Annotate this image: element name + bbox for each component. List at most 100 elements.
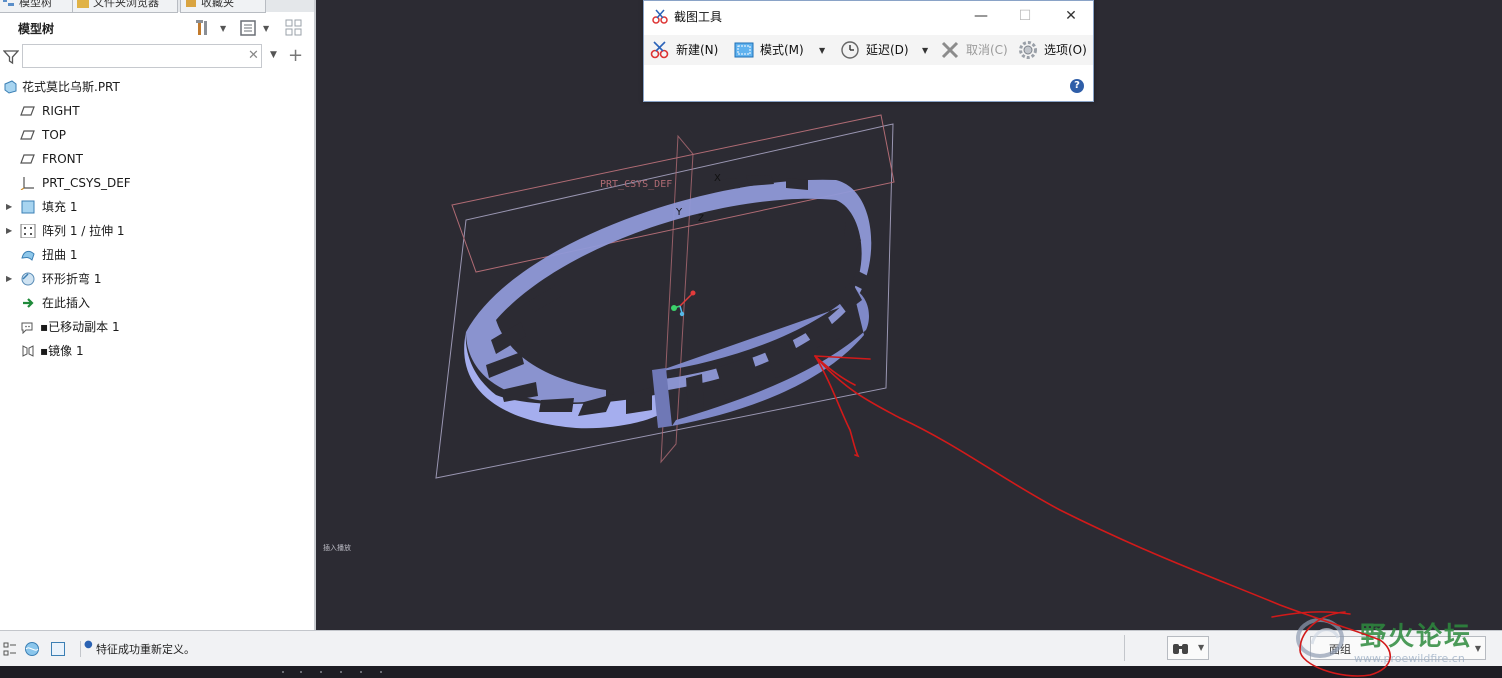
new-snip-button[interactable]: 新建(N) xyxy=(650,39,730,61)
tree-settings-icon[interactable] xyxy=(194,18,214,38)
tree-filter-options-icon[interactable] xyxy=(284,18,304,38)
funnel-icon[interactable] xyxy=(3,49,19,65)
taskbar-dots xyxy=(282,671,382,673)
tree-item-label: RIGHT xyxy=(42,104,80,118)
tree-item-moved-copy[interactable]: ▪已移动副本 1 xyxy=(0,316,314,338)
tree-item-mirror[interactable]: ▪镜像 1 xyxy=(0,340,314,362)
model-tree-panel: 模型树 文件夹浏览器 收藏夹 模型树 ▼ ▼ ✕ ▼ + 花式莫比乌斯.PRT … xyxy=(0,0,316,630)
tree-item-label: 扭曲 1 xyxy=(42,248,78,262)
expand-arrow-icon[interactable]: ▶ xyxy=(6,268,12,290)
tree-item-label: FRONT xyxy=(42,152,83,166)
watermark-url: www.proewildfire.cn xyxy=(1354,652,1465,665)
tree-title: 模型树 xyxy=(18,22,55,36)
tree-header: 模型树 ▼ ▼ xyxy=(0,12,314,42)
tree-item-insert-here[interactable]: 在此插入 xyxy=(0,292,314,314)
delay-button[interactable]: 延迟(D) xyxy=(840,39,920,61)
maximize-icon[interactable]: ☐ xyxy=(1010,5,1040,27)
tree-item-label: 阵列 1 / 拉伸 1 xyxy=(42,224,125,238)
cancel-snip-button[interactable]: 取消(C) xyxy=(940,39,1010,61)
search-dropdown-icon[interactable]: ▼ xyxy=(270,50,277,60)
tree-item-label: 花式莫比乌斯.PRT xyxy=(22,80,120,94)
mirror-icon xyxy=(22,345,34,357)
find-button[interactable]: ▼ xyxy=(1167,636,1209,660)
tree-item-label: 环形折弯 1 xyxy=(42,272,102,286)
tree-settings-dropdown-icon[interactable]: ▼ xyxy=(220,24,226,33)
tree-item-top[interactable]: TOP xyxy=(0,124,314,146)
status-message: 特征成功重新定义。 xyxy=(96,643,195,656)
browser-icon[interactable] xyxy=(24,641,40,657)
snipping-tool-window: 截图工具 — ☐ ✕ 新建(N) 模式(M) ▼ 延迟(D) ▼ 取消(C) 选… xyxy=(643,0,1094,102)
watermark-name: 野火论坛 xyxy=(1360,622,1473,652)
tree-item-part[interactable]: 花式莫比乌斯.PRT xyxy=(0,76,314,98)
show-columns-icon[interactable] xyxy=(238,18,258,38)
mode-button[interactable]: 模式(M) xyxy=(734,39,818,61)
help-icon[interactable]: ? xyxy=(1070,79,1084,93)
navigator-tabs: 模型树 文件夹浏览器 收藏夹 xyxy=(0,0,314,13)
gear-icon xyxy=(1019,41,1037,59)
tree-item-label: ▪镜像 1 xyxy=(40,344,84,358)
delay-dropdown-icon[interactable]: ▼ xyxy=(922,46,928,55)
warp-icon xyxy=(21,250,35,261)
close-icon[interactable]: ✕ xyxy=(1056,5,1086,27)
folder-icon xyxy=(77,0,89,8)
tree-item-csys[interactable]: PRT_CSYS_DEF xyxy=(0,172,314,194)
expand-arrow-icon[interactable]: ▶ xyxy=(6,220,12,242)
message-bullet-icon: ● xyxy=(84,639,93,650)
status-divider xyxy=(1124,635,1125,661)
tree-item-label: TOP xyxy=(42,128,67,142)
clear-search-icon[interactable]: ✕ xyxy=(248,48,259,63)
scissors-icon xyxy=(652,9,668,24)
options-button[interactable]: 选项(O) xyxy=(1018,39,1092,61)
tree-item-pattern[interactable]: ▶ 阵列 1 / 拉伸 1 xyxy=(0,220,314,242)
tree-item-fill[interactable]: ▶ 填充 1 xyxy=(0,196,314,218)
csys-icon xyxy=(20,177,34,190)
snip-toolbar: 新建(N) 模式(M) ▼ 延迟(D) ▼ 取消(C) 选项(O) xyxy=(644,35,1093,65)
axis-y-label: Y xyxy=(675,207,683,218)
watermark-logo-icon xyxy=(1296,618,1344,658)
tree-search-input[interactable] xyxy=(22,44,262,68)
forum-watermark: 野火论坛 www.proewildfire.cn xyxy=(1292,610,1502,670)
insert-here-icon xyxy=(23,298,34,308)
favorites-icon xyxy=(186,0,196,7)
window-title: 截图工具 xyxy=(674,10,723,24)
fill-icon xyxy=(21,200,35,214)
viewport-corner-label: 插入播放 xyxy=(323,544,351,552)
rectangle-snip-icon xyxy=(734,42,754,58)
tree-item-label: ▪已移动副本 1 xyxy=(40,320,120,334)
toroidal-bend-icon xyxy=(21,272,35,286)
datum-plane-icon xyxy=(20,154,35,164)
tree-item-right[interactable]: RIGHT xyxy=(0,100,314,122)
tree-item-toroidal-bend[interactable]: ▶ 环形折弯 1 xyxy=(0,268,314,290)
datum-plane-icon xyxy=(20,106,35,116)
add-filter-icon[interactable]: + xyxy=(288,45,303,66)
minimize-icon[interactable]: — xyxy=(966,5,996,27)
clock-icon xyxy=(841,41,859,59)
tree-toggle-icon[interactable] xyxy=(2,641,18,657)
find-dropdown-icon[interactable]: ▼ xyxy=(1198,643,1204,652)
axis-z-label: Z xyxy=(698,214,704,224)
fullscreen-icon[interactable] xyxy=(50,641,66,657)
binoculars-icon xyxy=(1173,644,1188,654)
pattern-icon xyxy=(20,224,36,238)
mode-dropdown-icon[interactable]: ▼ xyxy=(819,46,825,55)
moved-copy-icon xyxy=(21,322,33,334)
tree-search-row: ✕ ▼ + xyxy=(0,42,314,70)
csys-label: PRT_CSYS_DEF xyxy=(600,179,672,190)
ring-model xyxy=(464,175,872,429)
tree-item-front[interactable]: FRONT xyxy=(0,148,314,170)
datum-plane-icon xyxy=(20,130,35,140)
view-triad xyxy=(671,290,696,317)
model-tree-tab-icon xyxy=(3,0,14,6)
part-icon xyxy=(4,80,17,94)
cancel-x-icon xyxy=(941,41,959,59)
tree-item-label: 在此插入 xyxy=(42,296,91,310)
show-dropdown-icon[interactable]: ▼ xyxy=(263,24,269,33)
tree-item-label: PRT_CSYS_DEF xyxy=(42,176,131,190)
status-bar: ● 特征成功重新定义。 ▼ 面组 ▼ xyxy=(0,630,1502,667)
status-divider xyxy=(80,641,81,657)
expand-arrow-icon[interactable]: ▶ xyxy=(6,196,12,218)
axis-x-label: X xyxy=(714,173,721,184)
scissors-icon xyxy=(650,41,669,59)
tree-item-label: 填充 1 xyxy=(42,200,78,214)
tree-item-warp[interactable]: 扭曲 1 xyxy=(0,244,314,266)
